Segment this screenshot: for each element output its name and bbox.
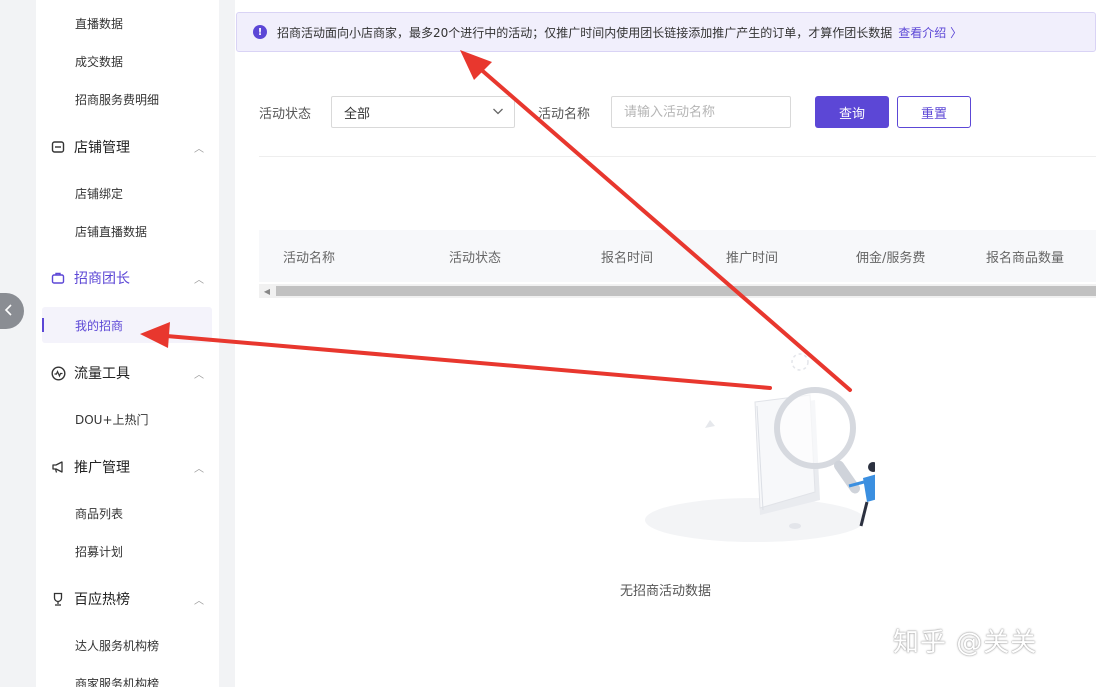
table-header: 活动名称 活动状态 报名时间 推广时间 佣金/服务费 报名商品数量 [259, 230, 1096, 282]
sidebar-item-service-fee[interactable]: 招商服务费明细 [75, 91, 159, 108]
sidebar-group-traffic[interactable]: 流量工具 ︿ [50, 363, 210, 383]
pulse-icon [50, 365, 66, 381]
trophy-icon [50, 591, 66, 607]
sidebar-group-rank[interactable]: 百应热榜 ︿ [50, 589, 210, 609]
status-select[interactable]: 全部 [331, 96, 515, 128]
sidebar-item-product-list[interactable]: 商品列表 [75, 505, 123, 522]
status-filter-label: 活动状态 [259, 107, 312, 122]
notice-link-label: 查看介绍 [898, 25, 947, 40]
sidebar-item-active-bg [42, 307, 212, 343]
sidebar-group-promo[interactable]: 推广管理 ︿ [50, 457, 210, 477]
left-gutter [0, 0, 36, 687]
reset-button[interactable]: 重置 [897, 96, 971, 128]
chevron-up-icon: ︿ [194, 143, 204, 155]
sidebar: 直播数据 成交数据 招商服务费明细 店铺管理 ︿ 店铺绑定 店铺直播数据 招商团… [36, 0, 219, 687]
chevron-up-icon: ︿ [194, 274, 204, 286]
sidebar-group-label: 店铺管理 [74, 140, 130, 156]
chevron-left-icon [4, 301, 14, 322]
scroll-left-arrow-icon[interactable]: ◀ [259, 284, 275, 298]
main-content: ! 招商活动面向小店商家，最多20个进行中的活动；仅推广时间内使用团长链接添加推… [235, 0, 1096, 687]
query-button[interactable]: 查询 [815, 96, 889, 128]
notice-link[interactable]: 查看介绍 〉 [898, 24, 962, 41]
scrollbar-thumb[interactable] [276, 286, 1096, 296]
status-select-value: 全部 [344, 106, 371, 122]
sidebar-item-live-data[interactable]: 直播数据 [75, 15, 123, 32]
sidebar-item-recruit-plan[interactable]: 招募计划 [75, 543, 123, 560]
column-header-commission: 佣金/服务费 [856, 251, 926, 266]
sidebar-item-store-binding[interactable]: 店铺绑定 [75, 185, 123, 202]
bag-icon [50, 270, 66, 286]
megaphone-icon [50, 459, 66, 475]
chevron-up-icon: ︿ [194, 595, 204, 607]
watermark: 知乎 @关关 [893, 628, 1038, 658]
info-icon: ! [253, 25, 267, 39]
sidebar-group-label: 流量工具 [74, 366, 130, 382]
sidebar-item-talent-agency-rank[interactable]: 达人服务机构榜 [75, 637, 159, 654]
notice-text: 招商活动面向小店商家，最多20个进行中的活动；仅推广时间内使用团长链接添加推广产… [277, 25, 893, 40]
sidebar-group-label: 推广管理 [74, 460, 130, 476]
notice-banner: ! 招商活动面向小店商家，最多20个进行中的活动；仅推广时间内使用团长链接添加推… [236, 12, 1096, 52]
chevron-up-icon: ︿ [194, 463, 204, 475]
sidebar-item-deal-data[interactable]: 成交数据 [75, 53, 123, 70]
column-header-product-count: 报名商品数量 [986, 251, 1065, 266]
sidebar-group-label: 百应热榜 [74, 592, 130, 608]
chevron-up-icon: ︿ [194, 369, 204, 381]
chevron-right-icon: 〉 [950, 25, 963, 40]
activity-name-input[interactable] [611, 96, 791, 128]
sidebar-item-dou-plus[interactable]: DOU+上热门 [75, 411, 149, 428]
name-filter-label: 活动名称 [538, 107, 591, 122]
sidebar-group-store[interactable]: 店铺管理 ︿ [50, 137, 210, 157]
column-header-promo-time: 推广时间 [726, 251, 779, 266]
column-header-activity-name: 活动名称 [283, 251, 336, 266]
sidebar-item-my-recruit[interactable]: 我的招商 [75, 317, 123, 334]
sidebar-item-store-live-data[interactable]: 店铺直播数据 [75, 223, 147, 240]
sidebar-group-recruit[interactable]: 招商团长 ︿ [50, 268, 210, 288]
store-icon [50, 139, 66, 155]
chevron-down-icon [492, 105, 504, 121]
column-header-signup-time: 报名时间 [601, 251, 654, 266]
empty-state-illustration [635, 340, 887, 554]
column-header-activity-status: 活动状态 [449, 251, 502, 266]
divider [259, 156, 1096, 157]
empty-state-text: 无招商活动数据 [619, 584, 711, 599]
sidebar-item-merchant-agency-rank[interactable]: 商家服务机构榜 [75, 675, 159, 687]
horizontal-scrollbar[interactable]: ◀ [259, 284, 1096, 298]
active-indicator [42, 318, 44, 332]
sidebar-group-label: 招商团长 [74, 271, 130, 287]
